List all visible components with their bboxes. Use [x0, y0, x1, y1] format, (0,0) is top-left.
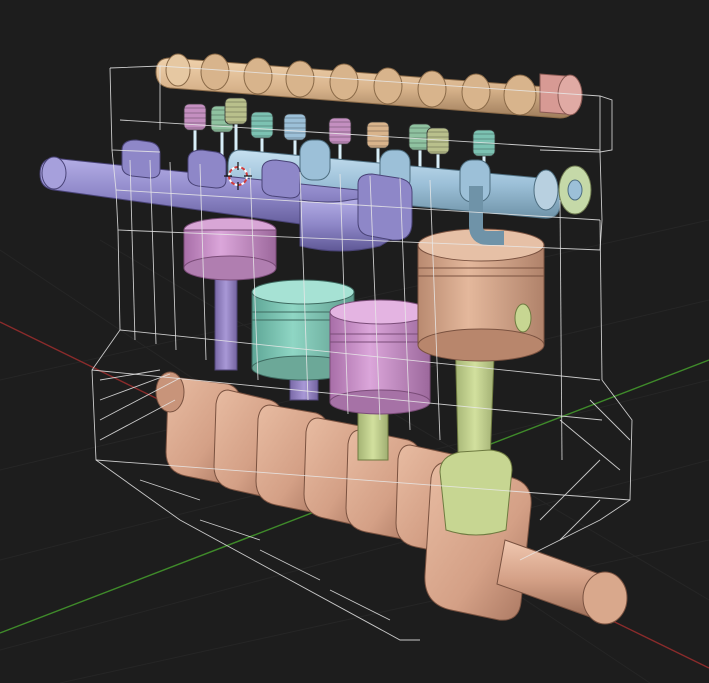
3d-viewport[interactable] — [0, 0, 709, 683]
engine-scene[interactable] — [0, 0, 709, 683]
